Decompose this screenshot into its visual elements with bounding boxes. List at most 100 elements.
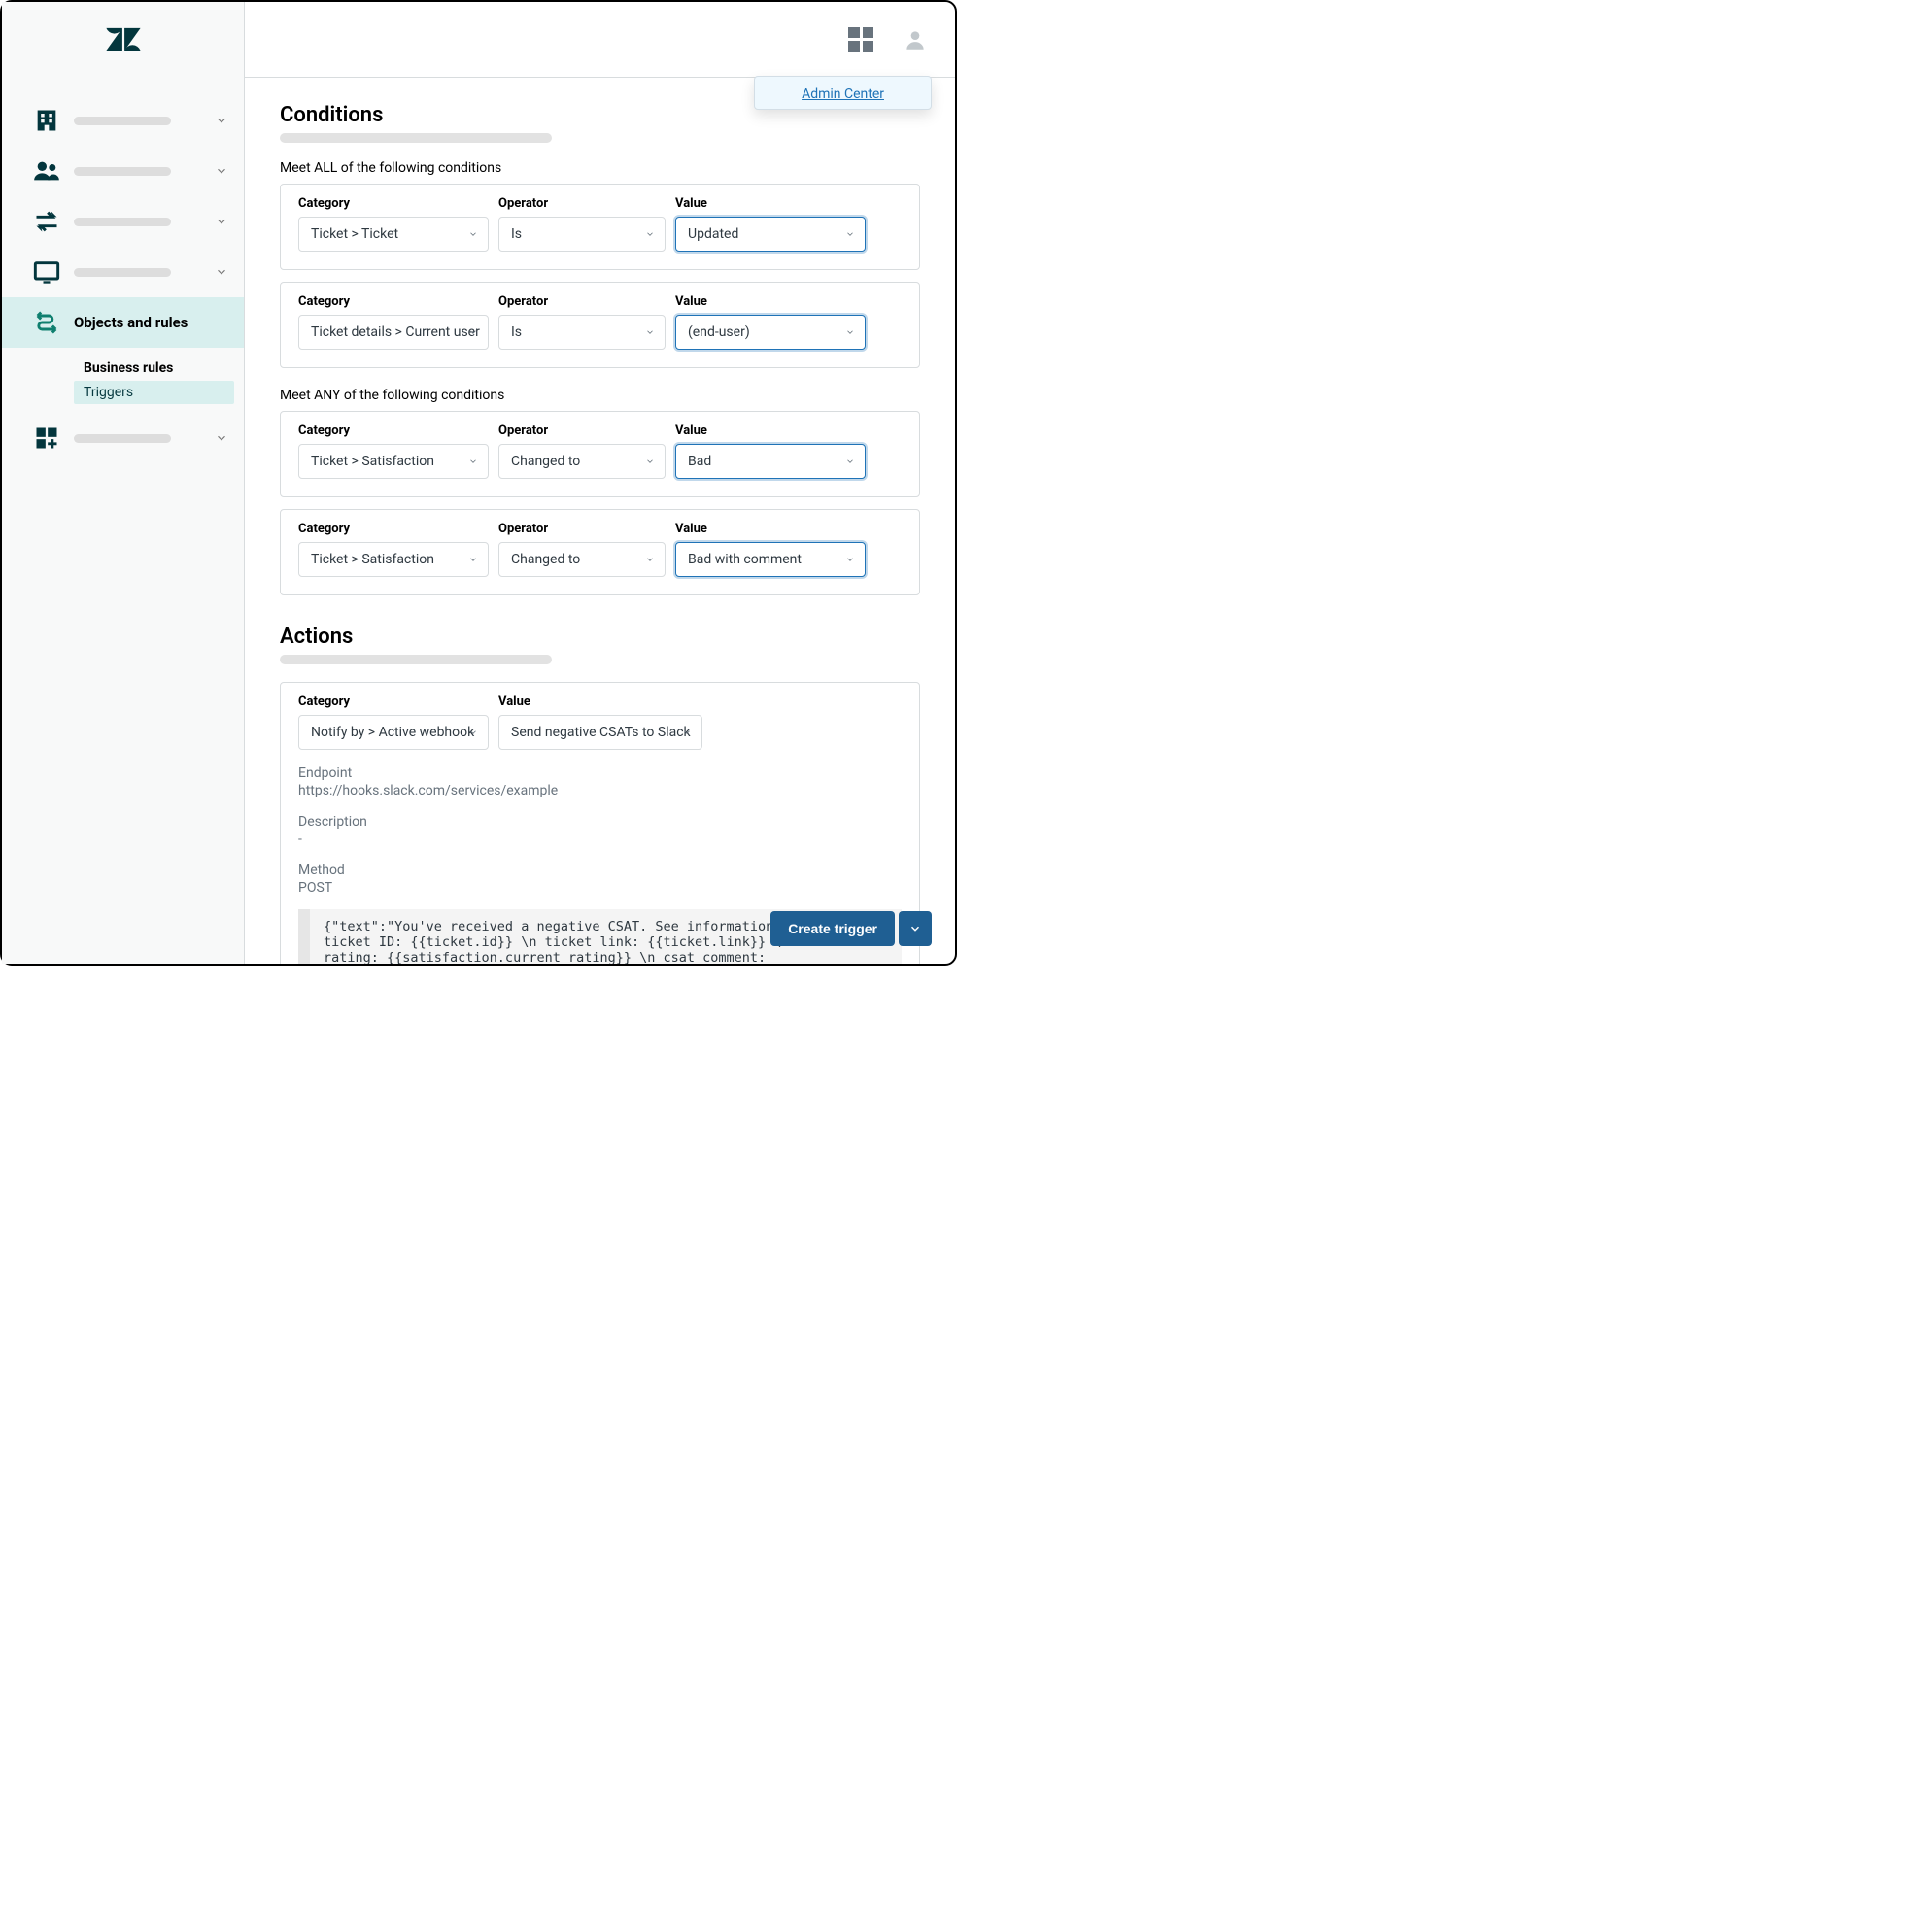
- chevron-down-icon: [682, 728, 692, 737]
- select-operator[interactable]: Is: [498, 315, 666, 350]
- nav-label: Objects and rules: [74, 314, 188, 331]
- profile-icon[interactable]: [903, 27, 928, 52]
- condition-all-1: Category Ticket > Ticket Operator Is: [280, 184, 920, 270]
- label-category: Category: [298, 196, 489, 211]
- label-category: Category: [298, 294, 489, 309]
- condition-any-1: Category Ticket > Satisfaction Operator …: [280, 411, 920, 497]
- select-action-value[interactable]: Send negative CSATs to Slack: [498, 715, 702, 750]
- sub-nav-business-rules[interactable]: Business rules: [74, 356, 234, 380]
- select-category[interactable]: Ticket > Ticket: [298, 217, 489, 252]
- chevron-down-icon: [645, 327, 655, 337]
- label-operator: Operator: [498, 294, 666, 309]
- endpoint-label: Endpoint: [298, 765, 902, 781]
- select-value-field[interactable]: Updated: [675, 217, 866, 252]
- nav-label-placeholder: [74, 268, 171, 277]
- label-category: Category: [298, 424, 489, 438]
- sub-nav: Business rules Triggers: [2, 348, 244, 413]
- select-value: Is: [511, 226, 522, 242]
- label-operator: Operator: [498, 196, 666, 211]
- select-action-category[interactable]: Notify by > Active webhook: [298, 715, 489, 750]
- nav-item-people[interactable]: [2, 146, 244, 196]
- meet-any-label: Meet ANY of the following conditions: [280, 388, 920, 403]
- select-operator[interactable]: Is: [498, 217, 666, 252]
- chevron-down-icon: [845, 229, 855, 239]
- zendesk-logo-icon: [102, 18, 145, 61]
- select-value: Bad with comment: [688, 552, 802, 567]
- footer-actions: Create trigger: [770, 911, 932, 946]
- select-value: Is: [511, 324, 522, 340]
- condition-any-2: Category Ticket > Satisfaction Operator …: [280, 509, 920, 595]
- actions-sub-placeholder: [280, 655, 552, 664]
- endpoint-value: https://hooks.slack.com/services/example: [298, 783, 902, 798]
- select-value: Ticket > Satisfaction: [311, 454, 434, 469]
- product-switcher-icon[interactable]: [848, 27, 873, 52]
- select-value: Changed to: [511, 552, 580, 567]
- admin-center-popup: Admin Center: [754, 76, 932, 110]
- create-trigger-dropdown[interactable]: [899, 911, 932, 946]
- label-value: Value: [675, 196, 866, 211]
- chevron-down-icon: [645, 229, 655, 239]
- building-icon: [33, 107, 60, 134]
- select-value-field[interactable]: Bad with comment: [675, 542, 866, 577]
- chevron-down-icon: [845, 457, 855, 466]
- method-label: Method: [298, 863, 902, 878]
- admin-center-link[interactable]: Admin Center: [802, 86, 884, 102]
- chevron-down-icon: [645, 457, 655, 466]
- monitor-icon: [33, 258, 60, 286]
- select-category[interactable]: Ticket > Satisfaction: [298, 444, 489, 479]
- actions-title: Actions: [280, 625, 920, 649]
- chevron-down-icon: [845, 555, 855, 564]
- select-value-field[interactable]: (end-user): [675, 315, 866, 350]
- sub-nav-triggers[interactable]: Triggers: [74, 381, 234, 404]
- select-category[interactable]: Ticket > Satisfaction: [298, 542, 489, 577]
- create-trigger-button[interactable]: Create trigger: [770, 911, 895, 946]
- label-operator: Operator: [498, 424, 666, 438]
- conditions-sub-placeholder: [280, 133, 552, 143]
- select-value: Ticket > Satisfaction: [311, 552, 434, 567]
- apps-add-icon: [33, 424, 60, 452]
- select-operator[interactable]: Changed to: [498, 542, 666, 577]
- chevron-down-icon: [468, 728, 478, 737]
- nav-label-placeholder: [74, 167, 171, 176]
- method-value: POST: [298, 880, 902, 896]
- select-value: Notify by > Active webhook: [311, 725, 474, 740]
- nav-item-channels[interactable]: [2, 196, 244, 247]
- label-category: Category: [298, 695, 489, 709]
- content: Conditions Meet ALL of the following con…: [245, 78, 955, 964]
- select-operator[interactable]: Changed to: [498, 444, 666, 479]
- select-value: Send negative CSATs to Slack: [511, 725, 691, 740]
- label-value: Value: [498, 695, 702, 709]
- topbar: [245, 2, 955, 78]
- select-value: Ticket > Ticket: [311, 226, 398, 242]
- select-value: (end-user): [688, 324, 750, 340]
- select-value: Updated: [688, 226, 738, 242]
- select-value-field[interactable]: Bad: [675, 444, 866, 479]
- label-value: Value: [675, 294, 866, 309]
- nav-item-objects-rules[interactable]: Objects and rules: [2, 297, 244, 348]
- objects-rules-icon: [33, 309, 60, 336]
- chevron-down-icon: [845, 327, 855, 337]
- condition-all-2: Category Ticket details > Current user O…: [280, 282, 920, 368]
- chevron-down-icon: [468, 229, 478, 239]
- nav-label-placeholder: [74, 434, 171, 443]
- nav-item-apps[interactable]: [2, 413, 244, 463]
- label-operator: Operator: [498, 522, 666, 536]
- description-label: Description: [298, 814, 902, 830]
- label-value: Value: [675, 522, 866, 536]
- chevron-down-icon: [215, 265, 228, 279]
- nav-item-account[interactable]: [2, 95, 244, 146]
- chevron-down-icon: [908, 922, 922, 935]
- nav-label-placeholder: [74, 218, 171, 226]
- description-value: -: [298, 831, 902, 847]
- chevron-down-icon: [468, 457, 478, 466]
- chevron-down-icon: [468, 555, 478, 564]
- meet-all-label: Meet ALL of the following conditions: [280, 160, 920, 176]
- sidebar: Objects and rules Business rules Trigger…: [2, 2, 245, 964]
- people-icon: [33, 157, 60, 185]
- chevron-down-icon: [215, 114, 228, 127]
- nav: Objects and rules Business rules Trigger…: [2, 78, 244, 463]
- nav-item-workspaces[interactable]: [2, 247, 244, 297]
- select-category[interactable]: Ticket details > Current user: [298, 315, 489, 350]
- main: Admin Center Conditions Meet ALL of the …: [245, 2, 955, 964]
- label-value: Value: [675, 424, 866, 438]
